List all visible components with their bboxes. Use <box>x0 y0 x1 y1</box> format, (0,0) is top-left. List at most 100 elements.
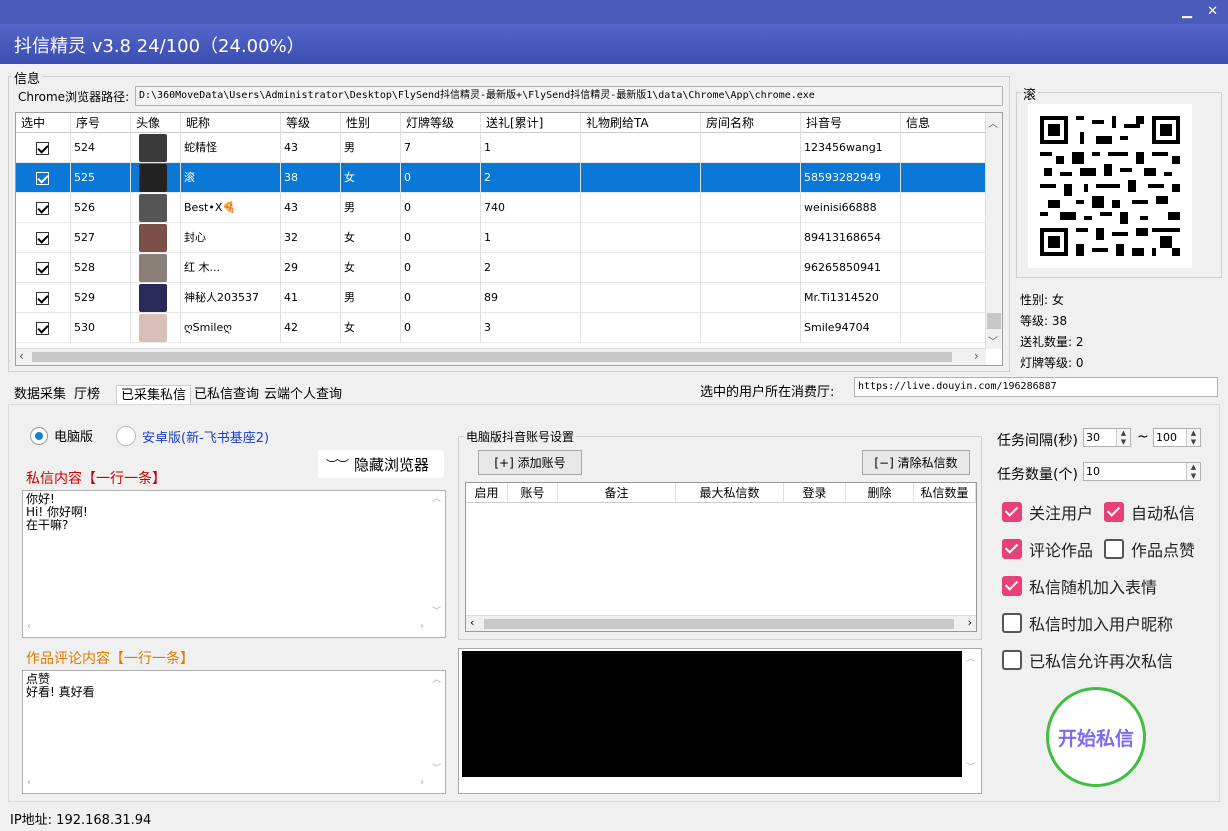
accounts-column-header[interactable]: 账号 <box>508 483 558 503</box>
accounts-column-header[interactable]: 最大私信数 <box>676 483 784 503</box>
comment-hscroll[interactable]: ‹ › <box>23 777 428 793</box>
table-row[interactable]: 526 Best•X🍕 43 男 0 740 weinisi66888 <box>16 193 986 223</box>
tab-1[interactable]: 厅榜 <box>70 385 104 405</box>
title-bar: 抖信精灵 v3.8 24/100（24.00%） <box>0 24 1228 64</box>
close-icon[interactable]: ✕ <box>1207 4 1218 19</box>
log-console <box>462 651 964 777</box>
row-checkbox[interactable] <box>36 321 49 335</box>
dm-textarea[interactable]: 你好! Hi! 你好啊! 在干嘛? <box>22 490 446 638</box>
checkbox-unchecked-icon[interactable] <box>1002 613 1022 633</box>
accounts-column-header[interactable]: 登录 <box>784 483 846 503</box>
cell-douyin: Mr.Ti1314520 <box>801 283 901 313</box>
profile-badge: 灯牌等级: 0 <box>1020 356 1084 370</box>
dm-hscroll[interactable]: ‹ › <box>23 621 428 637</box>
table-row[interactable]: 527 封心 32 女 0 1 89413168654 <box>16 223 986 253</box>
table-row[interactable]: 528 红 木... 29 女 0 2 96265850941 <box>16 253 986 283</box>
interval-min-spinner[interactable]: 30 ▲ ▼ <box>1083 428 1131 447</box>
interval-min-value: 30 <box>1086 431 1100 444</box>
option-2[interactable]: 评论作品 <box>1002 537 1093 561</box>
cell-id: 527 <box>71 223 131 253</box>
accounts-hscroll[interactable]: ‹ › <box>466 615 976 631</box>
column-header[interactable]: 等级 <box>281 113 341 133</box>
cell-select <box>16 163 71 193</box>
column-header[interactable]: 送礼[累计] <box>481 113 581 133</box>
table-row[interactable]: 525 滚 38 女 0 2 58593282949 <box>16 163 986 193</box>
accounts-column-header[interactable]: 删除 <box>846 483 914 503</box>
row-checkbox[interactable] <box>36 231 49 245</box>
row-checkbox[interactable] <box>36 291 49 305</box>
dm-vscroll[interactable]: ︿ ﹀ <box>428 491 445 621</box>
column-header[interactable]: 抖音号 <box>801 113 901 133</box>
column-header[interactable]: 序号 <box>71 113 131 133</box>
start-dm-button[interactable]: 开始私信 <box>1046 687 1146 787</box>
cell-info <box>901 193 986 223</box>
checkbox-unchecked-icon[interactable] <box>1104 539 1124 559</box>
column-header[interactable]: 信息 <box>901 113 986 133</box>
radio-pc[interactable]: 电脑版 <box>30 426 93 445</box>
column-header[interactable]: 昵称 <box>181 113 281 133</box>
tab-3[interactable]: 已私信查询 <box>190 385 263 405</box>
avatar <box>139 284 167 312</box>
row-checkbox[interactable] <box>36 171 49 185</box>
table-row[interactable]: 524 蛇精怪 43 男 7 1 123456wang1 <box>16 133 986 163</box>
checkbox-checked-icon[interactable] <box>1002 502 1022 522</box>
option-5[interactable]: 私信时加入用户昵称 <box>1002 611 1173 635</box>
table-row[interactable]: 530 ღSmileღ 42 女 0 3 Smile94704 <box>16 313 986 343</box>
accounts-column-header[interactable]: 备注 <box>558 483 676 503</box>
checkbox-checked-icon[interactable] <box>1002 539 1022 559</box>
accounts-column-header[interactable]: 启用 <box>466 483 508 503</box>
interval-tilde: ~ <box>1137 429 1149 445</box>
checkbox-checked-icon[interactable] <box>1002 576 1022 596</box>
interval-max-spinner[interactable]: 100 ▲ ▼ <box>1153 428 1201 447</box>
cell-gender: 女 <box>341 253 401 283</box>
column-header[interactable]: 性别 <box>341 113 401 133</box>
row-checkbox[interactable] <box>36 261 49 275</box>
tab-4[interactable]: 云端个人查询 <box>260 385 346 405</box>
cell-id: 524 <box>71 133 131 163</box>
accounts-header: 启用 账号 备注 最大私信数 登录 删除 私信数量 <box>466 483 976 503</box>
column-header[interactable]: 房间名称 <box>701 113 801 133</box>
spin-arrows-icon[interactable]: ▲ ▼ <box>1186 463 1200 480</box>
radio-android[interactable]: 安卓版(新-飞书基座2) <box>116 426 269 446</box>
profile-gifts: 送礼数量: 2 <box>1020 335 1084 349</box>
column-header[interactable]: 选中 <box>16 113 71 133</box>
spin-arrows-icon[interactable]: ▲ ▼ <box>1116 429 1130 446</box>
room-url-field[interactable]: https://live.douyin.com/196286887 <box>854 377 1218 397</box>
table-row[interactable]: 529 神秘人203537 41 男 0 89 Mr.Ti1314520 <box>16 283 986 313</box>
profile-level: 等级: 38 <box>1020 314 1068 328</box>
row-checkbox[interactable] <box>36 201 49 215</box>
cell-level: 42 <box>281 313 341 343</box>
chrome-path-field[interactable]: D:\360MoveData\Users\Administrator\Deskt… <box>135 86 1003 106</box>
add-account-button[interactable]: [+] 添加账号 <box>478 450 582 475</box>
comment-textarea[interactable]: 点赞 好看! 真好看 <box>22 670 446 794</box>
spin-arrows-icon[interactable]: ▲ ▼ <box>1186 429 1200 446</box>
tab-0[interactable]: 数据采集 <box>10 385 70 405</box>
tab-2[interactable]: 已采集私信 <box>116 385 192 405</box>
option-6[interactable]: 已私信允许再次私信 <box>1002 648 1173 672</box>
cell-info <box>901 133 986 163</box>
dm-label: 私信内容【一行一条】 <box>26 471 166 487</box>
column-header[interactable]: 灯牌等级 <box>401 113 481 133</box>
checkbox-checked-icon[interactable] <box>1104 502 1124 522</box>
option-3[interactable]: 作品点赞 <box>1104 537 1195 561</box>
hide-browser-button[interactable]: ︶︶ 隐藏浏览器 <box>318 450 444 478</box>
count-spinner[interactable]: 10 ▲ ▼ <box>1083 462 1201 481</box>
option-4[interactable]: 私信随机加入表情 <box>1002 574 1157 598</box>
avatar <box>139 314 167 342</box>
minimize-icon[interactable]: ▁ <box>1182 4 1192 19</box>
table-hscroll[interactable]: ‹ › <box>16 348 986 365</box>
option-label: 关注用户 <box>1029 504 1094 523</box>
clear-dm-count-button[interactable]: [−] 清除私信数 <box>862 450 970 475</box>
option-0[interactable]: 关注用户 <box>1002 500 1093 524</box>
table-vscroll[interactable]: ︿ ﹀ <box>985 113 1002 349</box>
log-vscroll[interactable]: ︿ ﹀ <box>962 651 979 777</box>
column-header[interactable]: 礼物刷给TA <box>581 113 701 133</box>
accounts-column-header[interactable]: 私信数量 <box>914 483 976 503</box>
comment-vscroll[interactable]: ︿ ﹀ <box>428 672 445 778</box>
column-header[interactable]: 头像 <box>131 113 181 133</box>
row-checkbox[interactable] <box>36 141 49 155</box>
radio-checked-icon <box>30 426 48 445</box>
checkbox-unchecked-icon[interactable] <box>1002 650 1022 670</box>
cell-douyin: Smile94704 <box>801 313 901 343</box>
option-1[interactable]: 自动私信 <box>1104 500 1195 524</box>
